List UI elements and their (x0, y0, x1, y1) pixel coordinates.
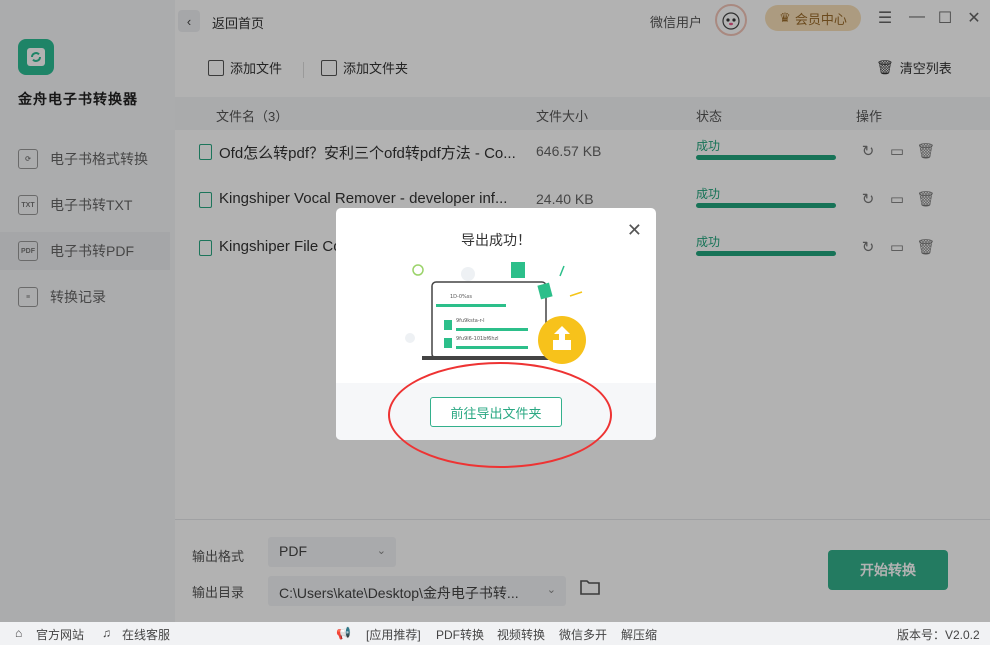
support-link[interactable]: 在线客服 (122, 626, 170, 643)
website-link[interactable]: 官方网站 (36, 626, 84, 643)
illus-line-3: 9fu9l6-101bf6hzl (456, 336, 499, 342)
wechat-multi-link[interactable]: 微信多开 (559, 626, 607, 643)
unzip-link[interactable]: 解压缩 (621, 626, 657, 643)
close-icon[interactable]: ✕ (627, 220, 642, 241)
illus-line-1: 1D-0%ss (450, 294, 472, 300)
recommend-label: [应用推荐] (366, 628, 421, 642)
headset-icon: ♫ (102, 626, 111, 640)
status-bar: ⌂ 官方网站 ♫ 在线客服 📢 [应用推荐] PDF转换 视频转换 微信多开 解… (0, 622, 990, 645)
illus-line-2: 9fu9ksta-r-l (456, 318, 485, 324)
highlight-annotation (388, 362, 612, 468)
dialog-title: 导出成功！ (461, 232, 531, 248)
megaphone-icon: 📢 (336, 626, 351, 640)
home-icon: ⌂ (15, 626, 23, 640)
version-label: 版本号：V2.0.2 (897, 628, 980, 642)
pdf-convert-link[interactable]: PDF转换 (436, 626, 484, 643)
video-convert-link[interactable]: 视频转换 (497, 626, 545, 643)
